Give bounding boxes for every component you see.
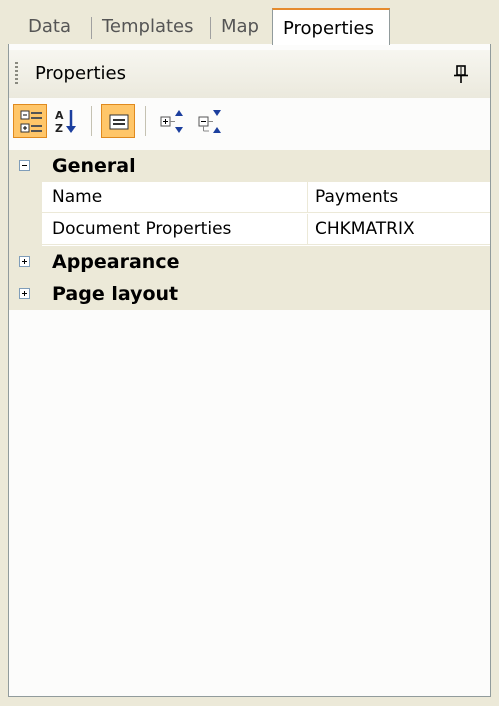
category-page-layout[interactable]: Page layout: [9, 278, 490, 310]
category-label: Page layout: [52, 283, 179, 305]
panel-titlebar[interactable]: Properties: [9, 50, 490, 98]
categorized-view-button[interactable]: [13, 104, 47, 138]
property-name: Name: [42, 182, 308, 213]
property-name: Document Properties: [42, 214, 308, 245]
category-label: Appearance: [52, 251, 180, 273]
tab-properties[interactable]: Properties: [272, 8, 390, 45]
toolbar-separator: [145, 106, 146, 136]
tab-map[interactable]: Map: [211, 11, 269, 43]
category-general[interactable]: General: [9, 150, 490, 182]
collapse-all-icon: [198, 110, 221, 133]
property-value[interactable]: CHKMATRIX: [308, 214, 490, 245]
properties-panel: Properties A Z General Name Payments Doc…: [8, 44, 491, 697]
expand-icon[interactable]: [19, 288, 30, 299]
toolbar: A Z: [9, 100, 490, 144]
property-row-name[interactable]: Name Payments: [9, 182, 490, 214]
expand-icon[interactable]: [19, 256, 30, 267]
property-value[interactable]: Payments: [308, 182, 490, 213]
toolbar-separator: [91, 106, 92, 136]
category-appearance[interactable]: Appearance: [9, 246, 490, 278]
tab-data[interactable]: Data: [18, 11, 81, 43]
property-row-document-properties[interactable]: Document Properties CHKMATRIX: [9, 214, 490, 246]
expand-all-icon: [160, 110, 183, 133]
pin-icon[interactable]: [454, 64, 468, 84]
property-pages-icon: [109, 114, 129, 130]
drag-grip-icon[interactable]: [15, 62, 18, 86]
panel-title: Properties: [35, 63, 126, 84]
collapse-all-button[interactable]: [193, 104, 227, 138]
svg-text:Z: Z: [55, 122, 63, 135]
expand-all-button[interactable]: [155, 104, 189, 138]
svg-text:A: A: [55, 109, 64, 122]
property-grid: General Name Payments Document Propertie…: [9, 150, 490, 310]
tab-strip: Data Templates Map Properties: [0, 0, 499, 45]
categorized-view-icon: [20, 110, 42, 133]
collapse-icon[interactable]: [19, 160, 30, 171]
category-label: General: [52, 155, 136, 177]
row-gutter: [9, 214, 42, 246]
alphabetical-sort-button[interactable]: A Z: [49, 104, 83, 138]
property-pages-button[interactable]: [101, 104, 135, 138]
tab-templates[interactable]: Templates: [92, 11, 204, 43]
row-gutter: [9, 182, 42, 214]
alphabetical-sort-icon: A Z: [55, 109, 76, 135]
